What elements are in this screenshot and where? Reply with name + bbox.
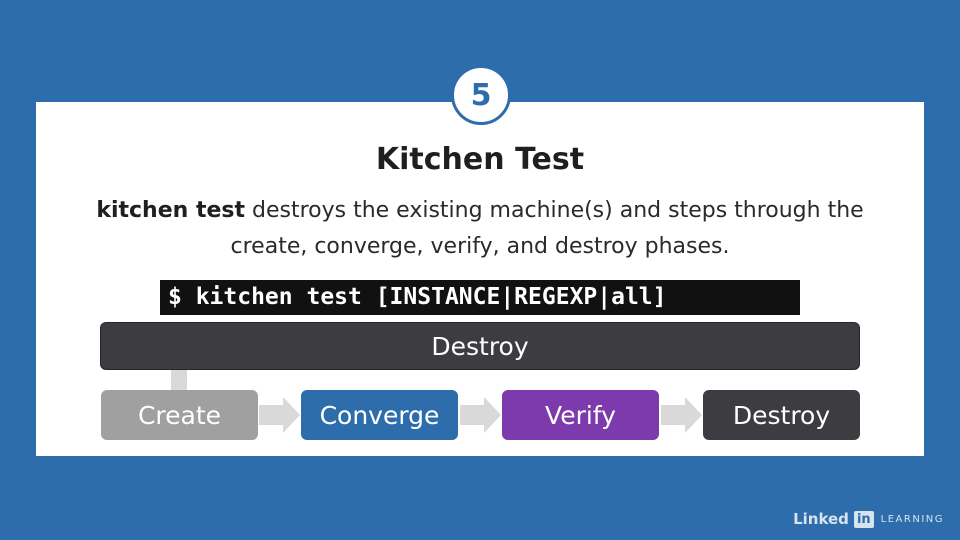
description-text: destroys the existing machine(s) and ste…	[230, 198, 864, 259]
command-line: $ kitchen test [INSTANCE|REGEXP|all]	[160, 280, 800, 315]
description-bold: kitchen test	[96, 198, 245, 223]
logo-learning-text: LEARNING	[880, 513, 944, 525]
linkedin-learning-logo: Linked in LEARNING	[793, 510, 944, 528]
right-arrow-icon	[259, 397, 300, 433]
slide-description: kitchen test destroys the existing machi…	[56, 193, 904, 265]
phase-create: Create	[101, 390, 258, 440]
step-number-badge: 5	[451, 65, 511, 125]
slide-title: Kitchen Test	[375, 142, 585, 177]
logo-wordmark: Linked	[793, 510, 849, 528]
phase-destroy: Destroy	[703, 390, 860, 440]
phase-verify: Verify	[502, 390, 659, 440]
right-arrow-icon	[460, 397, 501, 433]
phase-converge: Converge	[301, 390, 458, 440]
destroy-bar: Destroy	[100, 322, 860, 370]
right-arrow-icon	[661, 397, 702, 433]
logo-in-badge: in	[853, 510, 874, 528]
